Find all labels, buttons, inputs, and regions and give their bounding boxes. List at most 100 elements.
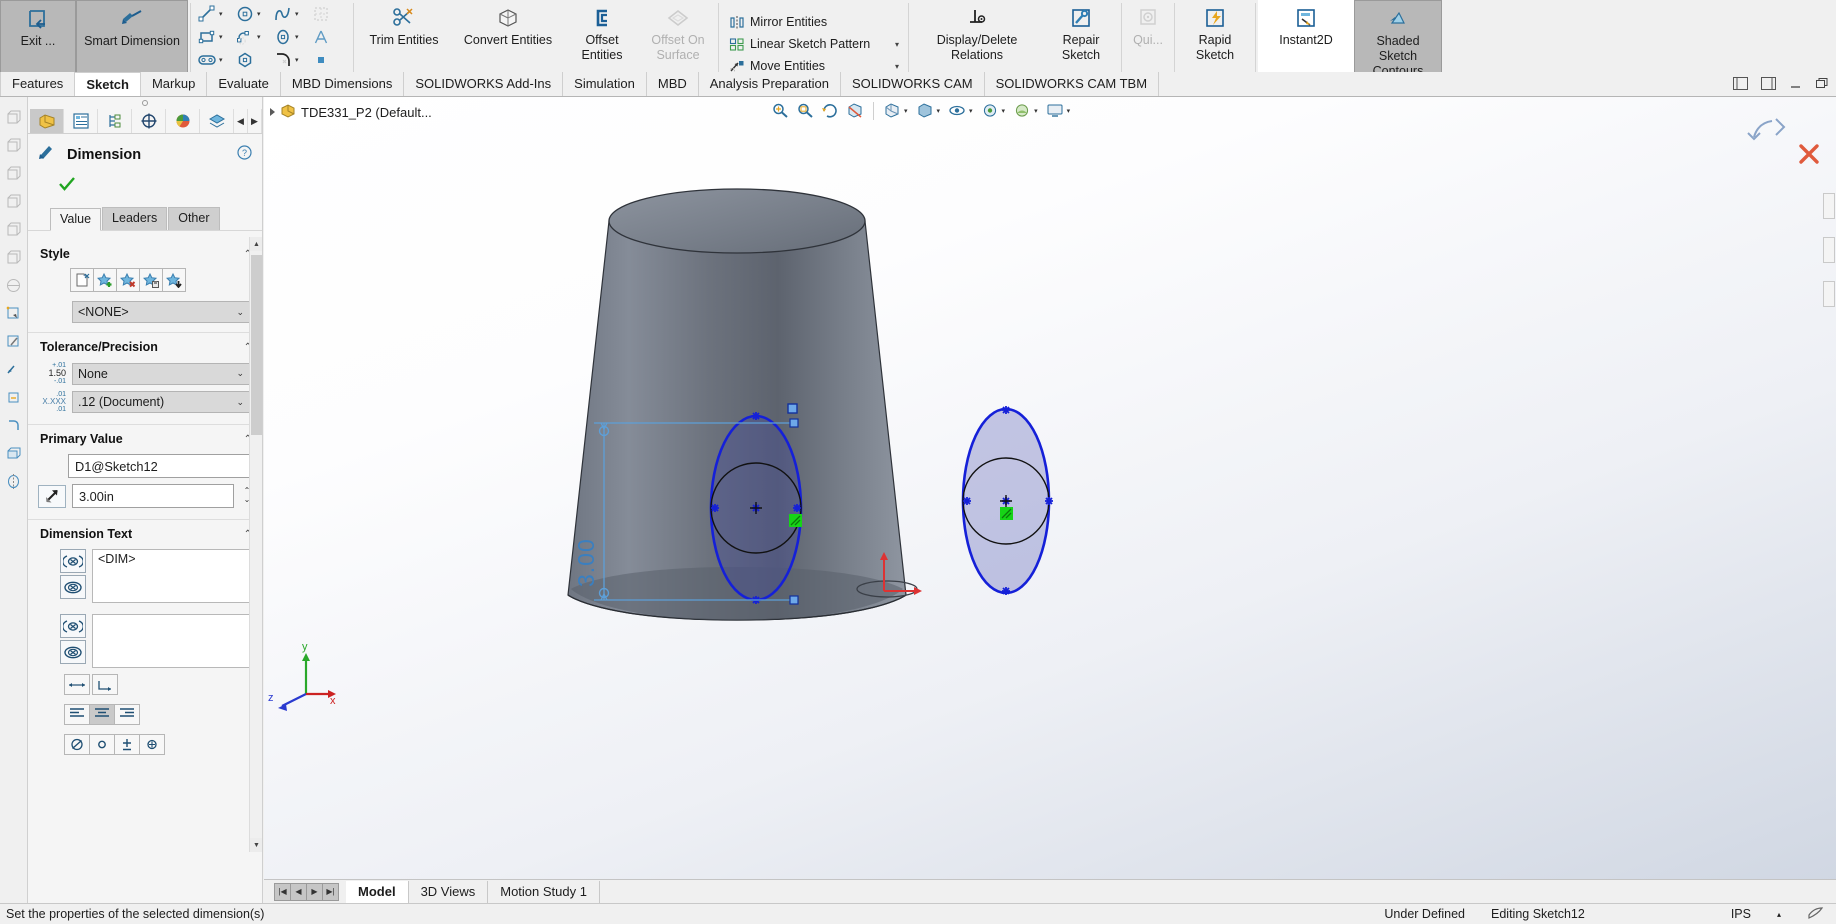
style-select[interactable]: <NONE> ⌄ (72, 301, 250, 323)
dimension-tab-value[interactable]: Value (50, 208, 102, 231)
line-caret-icon[interactable]: ▾ (219, 10, 223, 18)
graphics-viewport[interactable]: TDE331_P2 (Default... ▾ ▾ ▾ ▾ ▾ ▾ 3.00 y… (264, 97, 1836, 903)
spline-tool[interactable]: ▾ (272, 2, 310, 25)
command-tab-sketch[interactable]: Sketch (74, 72, 141, 96)
sketch-ellipse-right[interactable] (961, 406, 1053, 595)
fillet-tool[interactable]: ▾ (272, 48, 310, 71)
override-value-icon[interactable] (38, 484, 66, 508)
rectangle-tool[interactable]: ▾ (196, 25, 234, 48)
text-tool[interactable] (310, 25, 348, 48)
dimension-tab-leaders[interactable]: Leaders (102, 207, 168, 230)
mirror-entities-button[interactable]: Mirror Entities (725, 11, 902, 33)
inspection-dimension-button[interactable] (60, 575, 86, 599)
symbol-more-button[interactable] (139, 734, 165, 755)
edit-sketch-icon[interactable] (4, 331, 24, 351)
linear-sketch-pattern-caret-icon[interactable]: ▾ (885, 40, 899, 49)
tolerance-type-select[interactable]: None ⌄ (72, 362, 250, 385)
feature-manager-tab[interactable] (30, 109, 64, 133)
panel-grip[interactable] (28, 97, 262, 109)
revolve-rail-icon[interactable] (4, 471, 24, 491)
viewport-tab-model[interactable]: Model (346, 880, 409, 903)
restore-window-icon[interactable] (1815, 77, 1828, 93)
expand-panel-icon[interactable] (1761, 77, 1776, 93)
slot-caret-icon[interactable]: ▾ (257, 33, 261, 41)
command-tab-analysis-preparation[interactable]: Analysis Preparation (697, 72, 841, 96)
straight-slot-caret-icon[interactable]: ▾ (219, 56, 223, 64)
top-view-icon[interactable] (4, 163, 24, 183)
grid-snap-tool[interactable] (310, 2, 348, 25)
section-style-header[interactable]: Style ⌃ (28, 240, 262, 266)
property-manager-tab[interactable] (64, 109, 98, 133)
right-view-icon[interactable] (4, 191, 24, 211)
align-right-button[interactable] (114, 704, 140, 725)
sketch-fillet-rail-icon[interactable] (4, 415, 24, 435)
dual-dimension-button[interactable] (64, 674, 90, 695)
normal-to-icon[interactable] (4, 275, 24, 295)
move-entities-caret-icon[interactable]: ▾ (885, 62, 899, 71)
linear-sketch-pattern-button[interactable]: Linear Sketch Pattern ▾ (725, 33, 902, 55)
relation-rail-icon[interactable] (4, 387, 24, 407)
help-icon[interactable]: ? (237, 144, 262, 165)
model-scene[interactable]: 3.00 y z x (264, 97, 1836, 879)
add-style-button[interactable] (93, 268, 117, 292)
spline-caret-icon[interactable]: ▾ (295, 10, 299, 18)
dimension-rail-icon[interactable] (4, 359, 24, 379)
back-view-icon[interactable] (4, 219, 24, 239)
front-view-icon[interactable] (4, 135, 24, 155)
no-style-button[interactable] (70, 268, 94, 292)
command-tab-features[interactable]: Features (0, 72, 76, 96)
section-primary-value-header[interactable]: Primary Value ⌃ (28, 424, 262, 451)
dimension-name-input[interactable]: D1@Sketch12 (68, 454, 250, 478)
align-left-button[interactable] (64, 704, 90, 725)
fillet-caret-icon[interactable]: ▾ (295, 56, 299, 64)
symbol-degree-button[interactable] (89, 734, 115, 755)
scroll-down-arrow-icon[interactable]: ▼ (250, 838, 262, 852)
command-tab-markup[interactable]: Markup (139, 72, 208, 96)
circle-tool[interactable]: ▾ (234, 2, 272, 25)
slot-tool[interactable]: ▾ (234, 25, 272, 48)
symbol-plusminus-button[interactable] (114, 734, 140, 755)
inspection-dimension-button-2[interactable] (60, 640, 86, 664)
restore-panel-icon[interactable] (1733, 77, 1748, 93)
first-tab-button[interactable]: |◀ (274, 882, 291, 901)
delete-style-button[interactable] (116, 268, 140, 292)
next-tab-button[interactable]: ▶ (306, 882, 323, 901)
extrude-rail-icon[interactable] (4, 443, 24, 463)
dimension-text-input-2[interactable] (92, 614, 250, 668)
command-tab-solidworks-cam-tbm[interactable]: SOLIDWORKS CAM TBM (983, 72, 1160, 96)
load-style-button[interactable] (162, 268, 186, 292)
precision-select[interactable]: .12 (Document) ⌄ (72, 391, 250, 413)
last-tab-button[interactable]: ▶| (322, 882, 339, 901)
viewport-tab-motion-study-1[interactable]: Motion Study 1 (488, 880, 600, 903)
new-sketch-icon[interactable] (4, 303, 24, 323)
tab-scroll-left-button[interactable]: ◀ (234, 109, 248, 133)
ok-check-icon[interactable] (58, 177, 76, 196)
line-tool[interactable]: ▾ (196, 2, 234, 25)
dimension-tab-other[interactable]: Other (168, 207, 220, 230)
dimension-value-label[interactable]: 3.00 (573, 538, 599, 587)
command-tab-solidworks-cam[interactable]: SOLIDWORKS CAM (839, 72, 985, 96)
cam-feature-tab[interactable] (200, 109, 234, 133)
scrollbar-thumb[interactable] (251, 255, 262, 435)
dimxpert-manager-tab[interactable] (132, 109, 166, 133)
command-tab-simulation[interactable]: Simulation (562, 72, 647, 96)
straight-slot-tool[interactable]: ▾ (196, 48, 234, 71)
iso-view-icon[interactable] (4, 107, 24, 127)
bottom-view-icon[interactable] (4, 247, 24, 267)
command-tab-mbd-dimensions[interactable]: MBD Dimensions (279, 72, 405, 96)
add-parenthesis-button[interactable] (60, 549, 86, 573)
display-manager-tab[interactable] (166, 109, 200, 133)
units-caret-icon[interactable]: ▴ (1777, 910, 1781, 919)
command-tab-mbd[interactable]: MBD (645, 72, 699, 96)
viewport-tab-3d-views[interactable]: 3D Views (409, 880, 489, 903)
add-parenthesis-button-2[interactable] (60, 614, 86, 638)
offset-text-button[interactable] (92, 674, 118, 695)
align-center-button[interactable] (89, 704, 115, 725)
property-manager-scrollbar[interactable]: ▲ ▼ (249, 237, 262, 852)
dimension-text-input[interactable]: <DIM> (92, 549, 250, 603)
ellipse-tool[interactable]: ▾ (272, 25, 310, 48)
command-tab-evaluate[interactable]: Evaluate (206, 72, 281, 96)
prev-tab-button[interactable]: ◀ (290, 882, 307, 901)
point-tool[interactable] (310, 48, 348, 71)
scroll-up-arrow-icon[interactable]: ▲ (250, 237, 262, 251)
